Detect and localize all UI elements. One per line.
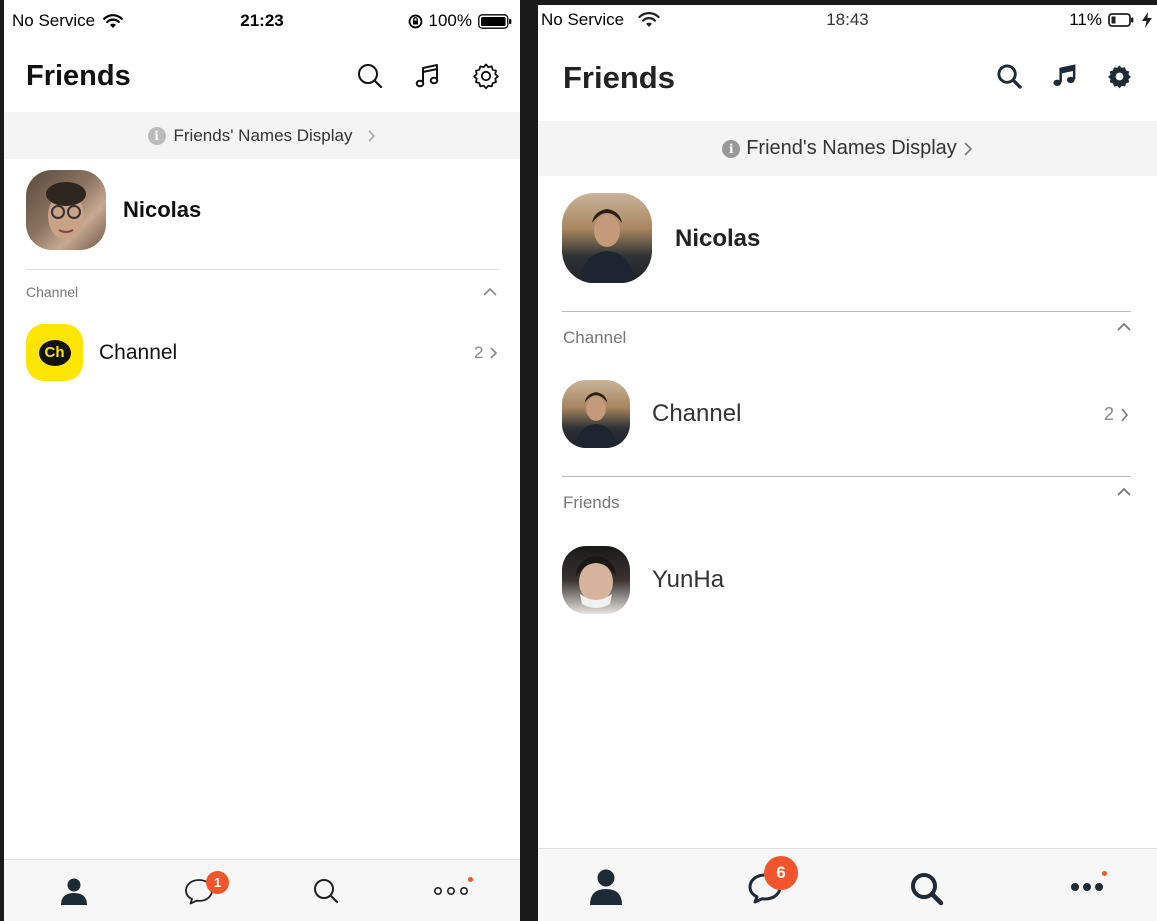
gear-icon — [473, 63, 499, 90]
chevron-up-icon[interactable] — [482, 286, 498, 298]
channel-logo[interactable]: Ch — [26, 324, 83, 381]
names-display-banner[interactable]: i Friend's Names Display — [538, 121, 1157, 176]
charging-icon — [1142, 12, 1152, 28]
more-icon — [433, 886, 468, 896]
channel-logo-text: Ch — [44, 344, 65, 361]
music-icon — [1053, 64, 1076, 86]
right-screen: No Service 18:43 11% Friends i Friend's … — [538, 5, 1157, 921]
names-display-banner[interactable]: i Friends' Names Display — [4, 112, 520, 159]
divider — [562, 311, 1131, 312]
banner-label: Friends' Names Display — [173, 125, 353, 145]
rotation-lock-icon — [408, 14, 422, 28]
channel-count-value: 2 — [474, 343, 484, 362]
friend-photo — [576, 556, 616, 608]
chevron-right-icon — [964, 141, 972, 156]
tab-bar: 1 — [4, 859, 520, 921]
gear-icon — [1108, 65, 1131, 89]
channel-count[interactable]: 2 — [1104, 404, 1129, 425]
channel-avatar[interactable] — [562, 380, 630, 448]
music-button[interactable] — [414, 62, 442, 90]
left-screen: No Service 21:23 100% Friends i Friends'… — [4, 0, 520, 921]
channel-section-header: Channel — [563, 328, 627, 347]
battery-icon — [1108, 13, 1134, 27]
person-icon — [590, 869, 622, 905]
status-right: 11% — [1069, 10, 1154, 30]
battery-percent: 100% — [428, 11, 472, 30]
battery-icon — [478, 13, 512, 29]
chevron-right-icon — [490, 347, 498, 359]
tab-more[interactable] — [431, 875, 471, 907]
header-actions — [996, 63, 1133, 90]
header-actions — [356, 62, 500, 90]
friend-name[interactable]: YunHa — [652, 566, 724, 594]
profile-photo — [580, 209, 634, 283]
chat-badge: 1 — [206, 871, 229, 894]
status-right: 100% — [408, 11, 512, 31]
more-notification-dot — [468, 877, 473, 882]
more-icon — [1071, 883, 1103, 891]
tab-bar: 6 — [538, 848, 1157, 921]
friend-avatar[interactable] — [562, 546, 630, 614]
channel-section-header: Channel — [26, 284, 79, 300]
page-title: Friends — [563, 60, 675, 95]
channel-row-name[interactable]: Channel — [652, 400, 741, 428]
more-notification-dot — [1102, 871, 1107, 876]
status-bar: No Service 21:23 100% — [4, 0, 520, 40]
chat-badge: 6 — [764, 856, 798, 890]
page-title: Friends — [26, 60, 131, 92]
channel-logo-badge: Ch — [38, 339, 71, 366]
status-bar: No Service 18:43 11% — [538, 5, 1157, 45]
chevron-right-icon — [368, 129, 376, 142]
profile-photo — [46, 182, 86, 240]
search-icon — [358, 64, 383, 89]
profile-avatar[interactable] — [562, 193, 652, 283]
profile-name[interactable]: Nicolas — [675, 225, 760, 253]
divider — [562, 476, 1131, 477]
divider — [26, 269, 499, 270]
info-icon: i — [147, 126, 166, 145]
friends-section-header: Friends — [563, 493, 620, 512]
person-icon — [61, 878, 87, 905]
chevron-up-icon[interactable] — [1116, 321, 1132, 333]
info-icon: i — [722, 139, 741, 158]
search-button[interactable] — [996, 63, 1023, 90]
tab-friends[interactable] — [586, 867, 626, 907]
music-icon — [415, 64, 439, 88]
channel-count-value: 2 — [1104, 404, 1115, 424]
tab-friends[interactable] — [54, 875, 94, 907]
profile-avatar[interactable] — [26, 170, 106, 250]
settings-button[interactable] — [1106, 63, 1133, 90]
music-button[interactable] — [1051, 63, 1078, 90]
tab-search[interactable] — [306, 875, 346, 907]
tab-search[interactable] — [907, 869, 947, 909]
channel-row-name[interactable]: Channel — [99, 341, 177, 365]
tab-more[interactable] — [1067, 877, 1107, 897]
search-button[interactable] — [356, 62, 384, 90]
chevron-right-icon — [1121, 407, 1129, 422]
channel-photo — [575, 392, 617, 448]
banner-label: Friend's Names Display — [746, 137, 957, 159]
clock: 18:43 — [826, 10, 869, 29]
settings-button[interactable] — [472, 62, 500, 90]
search-icon — [997, 64, 1022, 89]
search-icon — [314, 879, 339, 904]
chevron-up-icon[interactable] — [1116, 486, 1132, 498]
search-icon — [911, 873, 944, 906]
channel-count[interactable]: 2 — [474, 343, 498, 363]
profile-name[interactable]: Nicolas — [123, 197, 201, 223]
battery-percent: 11% — [1069, 10, 1102, 29]
